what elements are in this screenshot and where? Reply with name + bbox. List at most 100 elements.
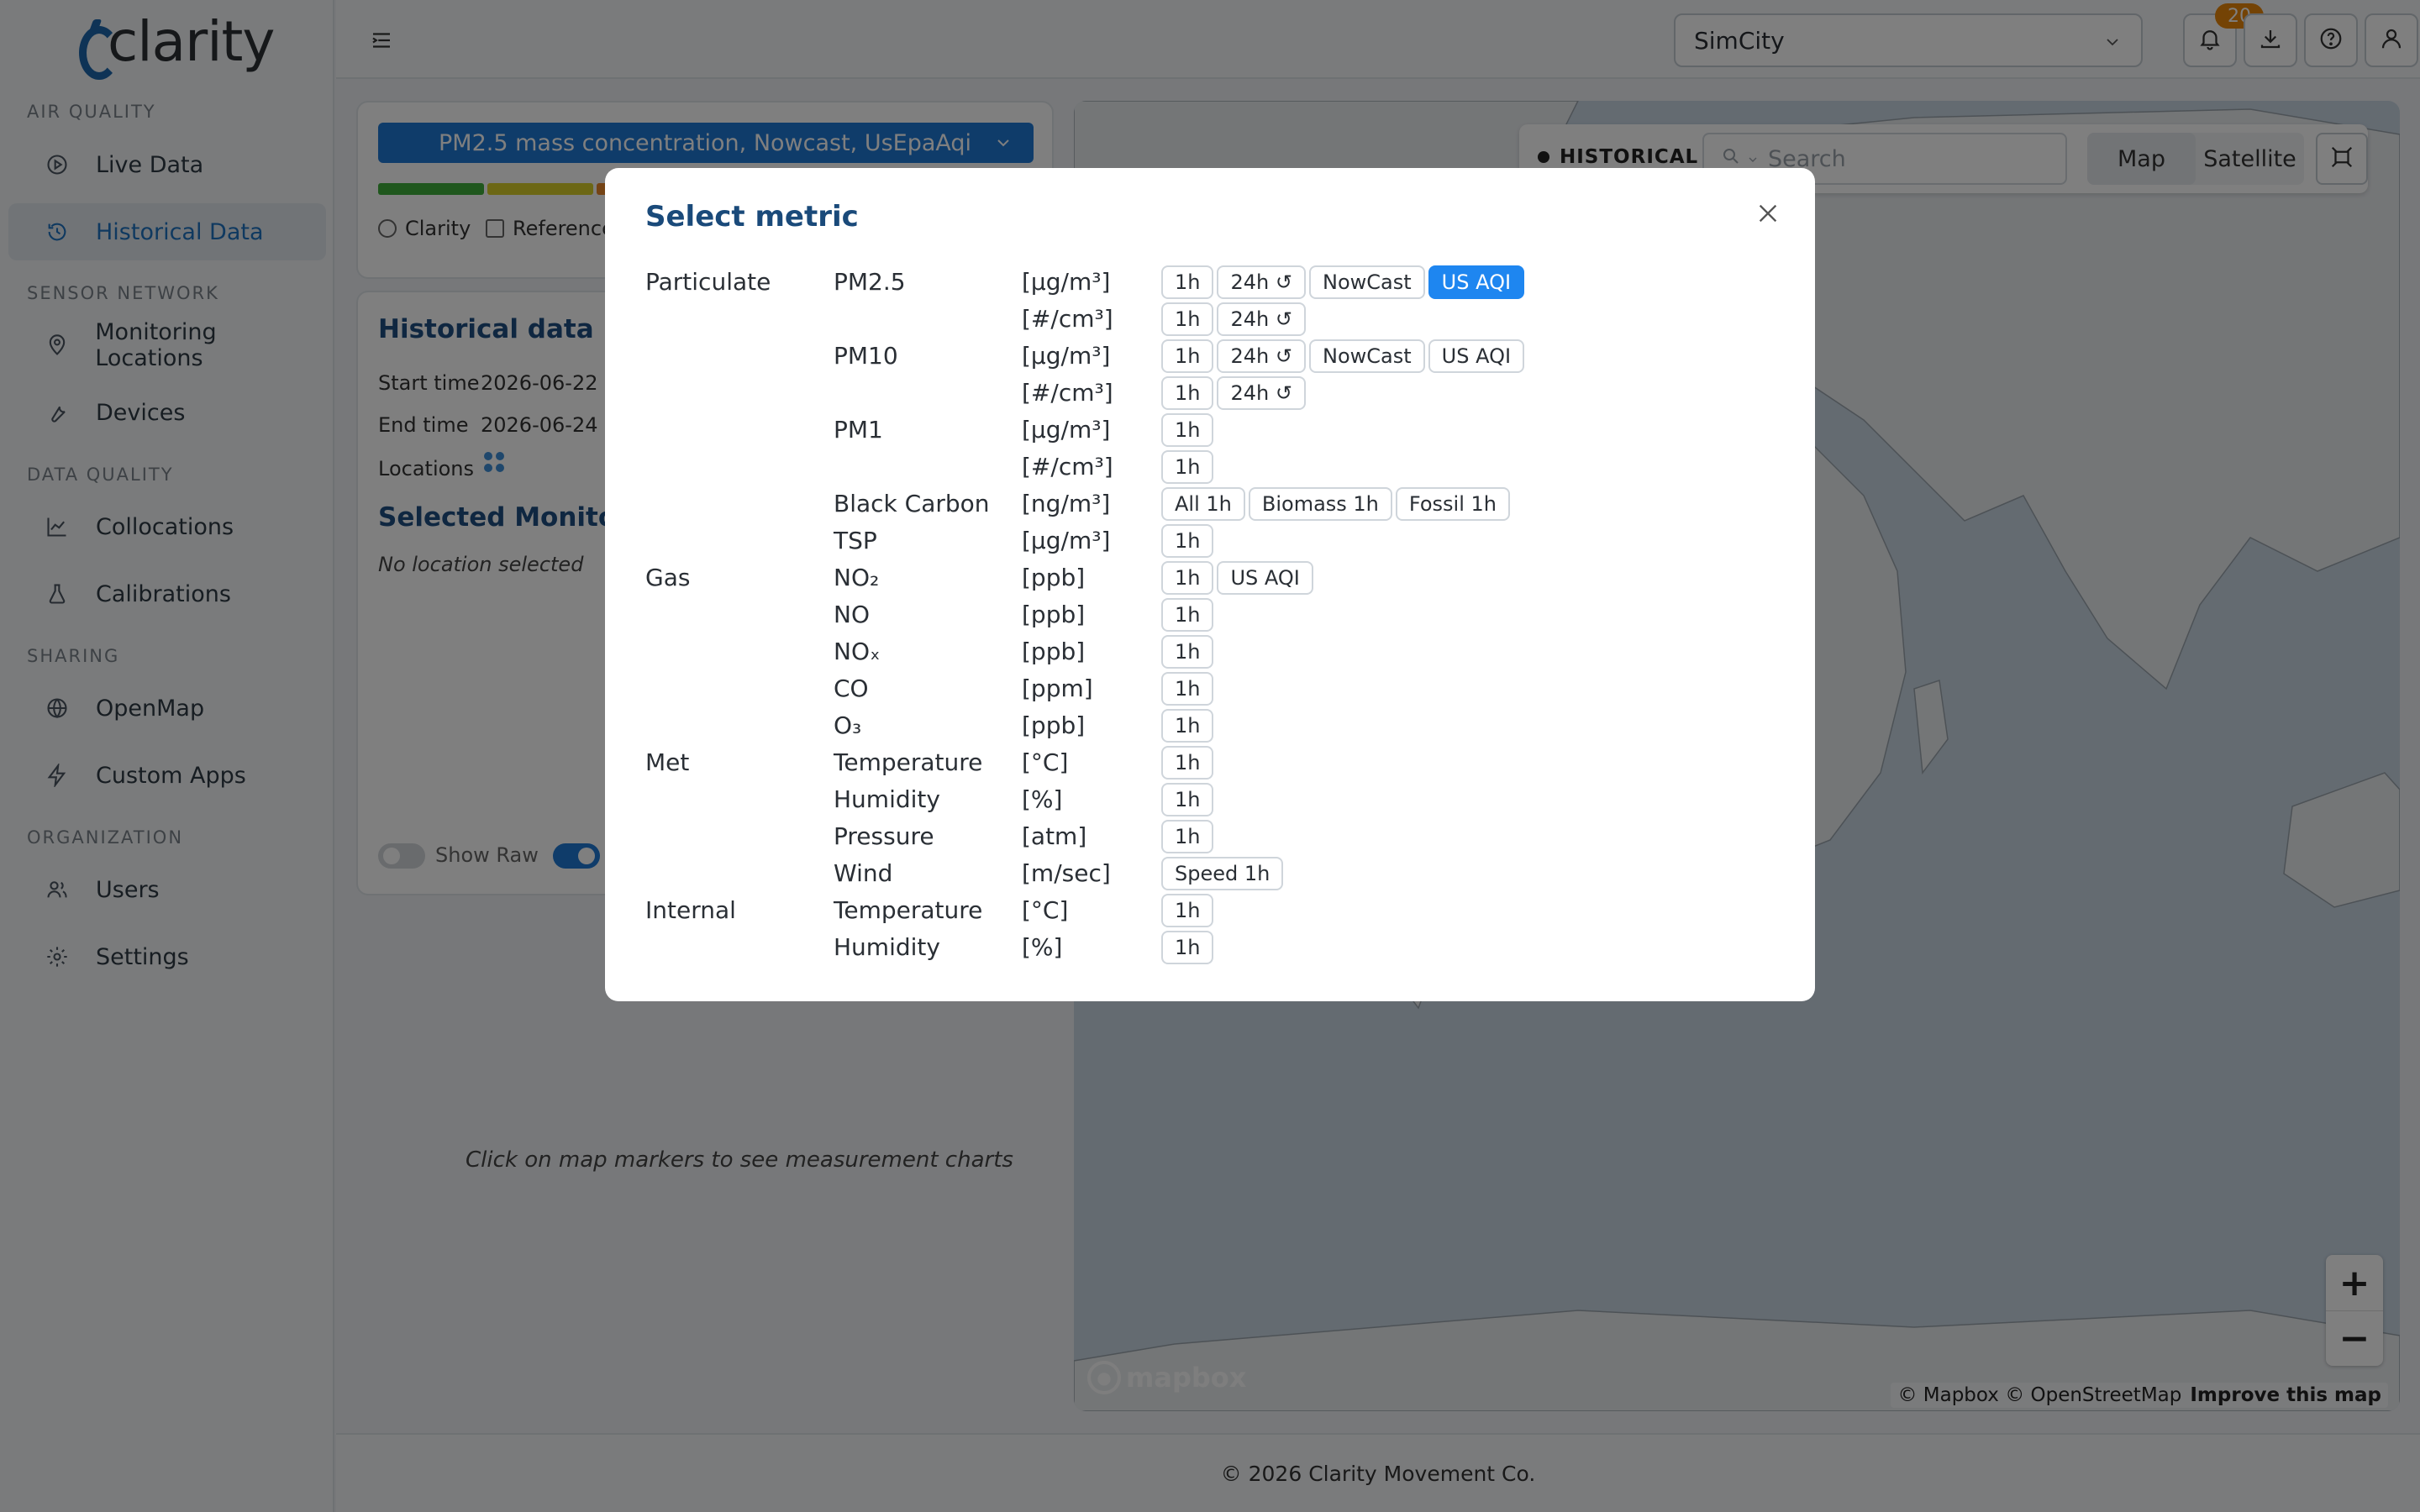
metric-row: NOₓ [ppb] 1h [605, 633, 1815, 670]
metric-options: 1h [1161, 744, 1214, 781]
metric-row: Internal Temperature [°C] 1h [605, 892, 1815, 929]
metric-option-chip[interactable]: 1h [1161, 598, 1214, 632]
metric-option-chip[interactable]: 1h [1161, 783, 1214, 816]
metric-unit: [#/cm³] [1022, 379, 1113, 407]
metric-unit: [µg/m³] [1022, 527, 1111, 554]
metric-unit: [µg/m³] [1022, 268, 1111, 296]
metric-options: 1h [1161, 449, 1214, 486]
metric-name: NO₂ [834, 564, 880, 591]
metric-option-chip[interactable]: 1h [1161, 894, 1214, 927]
metric-option-chip[interactable]: 1h [1161, 302, 1214, 336]
close-icon [1754, 200, 1781, 230]
metric-name: CO [834, 675, 869, 702]
metric-options: 1h 24h ↺ NowCast US AQI [1161, 338, 1525, 375]
metric-row: PM1 [µg/m³] 1h [605, 412, 1815, 449]
metric-name: O₃ [834, 711, 862, 739]
metric-option-chip[interactable]: Biomass 1h [1248, 487, 1392, 521]
metric-option-chip[interactable]: 1h [1161, 820, 1214, 853]
metric-options: 1h [1161, 670, 1214, 707]
metric-unit: [ppb] [1022, 711, 1086, 739]
metric-row: PM10 [µg/m³] 1h 24h ↺ NowCast US AQI [605, 338, 1815, 375]
metric-option-chip[interactable]: US AQI [1428, 265, 1525, 299]
metric-option-chip[interactable]: US AQI [1217, 561, 1313, 595]
metric-name: TSP [834, 527, 877, 554]
metric-options: 1h [1161, 522, 1214, 559]
metric-name: Wind [834, 859, 893, 887]
metric-row: Humidity [%] 1h [605, 781, 1815, 818]
metric-option-chip[interactable]: 1h [1161, 672, 1214, 706]
metric-option-chip[interactable]: NowCast [1308, 265, 1425, 299]
metric-row: [#/cm³] 1h [605, 449, 1815, 486]
metric-unit: [ng/m³] [1022, 490, 1111, 517]
metric-option-chip[interactable]: 24h ↺ [1217, 302, 1306, 336]
metric-option-chip[interactable]: 1h [1161, 413, 1214, 447]
metric-row: Wind [m/sec] Speed 1h [605, 855, 1815, 892]
metric-row: Humidity [%] 1h [605, 929, 1815, 966]
metric-name: Humidity [834, 785, 940, 813]
metric-option-chip[interactable]: 1h [1161, 746, 1214, 780]
metric-row: CO [ppm] 1h [605, 670, 1815, 707]
metric-option-chip[interactable]: 1h [1161, 561, 1214, 595]
metric-category: Gas [645, 564, 691, 591]
metric-option-chip[interactable]: 24h ↺ [1217, 376, 1306, 410]
metric-option-chip[interactable]: All 1h [1161, 487, 1245, 521]
metric-unit: [°C] [1022, 896, 1069, 924]
metric-option-chip[interactable]: 24h ↺ [1217, 265, 1306, 299]
metric-unit: [ppm] [1022, 675, 1093, 702]
metric-options: Speed 1h [1161, 855, 1284, 892]
metric-options: All 1h Biomass 1h Fossil 1h [1161, 486, 1510, 522]
metric-unit: [µg/m³] [1022, 416, 1111, 444]
metric-name: Black Carbon [834, 490, 990, 517]
metric-option-chip[interactable]: 24h ↺ [1217, 339, 1306, 373]
metric-option-chip[interactable]: 1h [1161, 709, 1214, 743]
metric-options: 1h [1161, 633, 1214, 670]
metric-option-chip[interactable]: 1h [1161, 635, 1214, 669]
metric-unit: [%] [1022, 933, 1063, 961]
metric-unit: [#/cm³] [1022, 453, 1113, 480]
metric-options: 1h 24h ↺ [1161, 301, 1306, 338]
metric-unit: [ppb] [1022, 601, 1086, 628]
metric-name: NO [834, 601, 870, 628]
modal-title: Select metric [645, 200, 859, 234]
metric-option-chip[interactable]: 1h [1161, 339, 1214, 373]
metric-name: PM10 [834, 342, 898, 370]
metric-options: 1h [1161, 707, 1214, 744]
metric-name: Temperature [834, 896, 983, 924]
metric-options: 1h US AQI [1161, 559, 1313, 596]
metric-option-chip[interactable]: 1h [1161, 450, 1214, 484]
metric-unit: [m/sec] [1022, 859, 1111, 887]
metric-category: Met [645, 748, 690, 776]
metric-options: 1h 24h ↺ NowCast US AQI [1161, 264, 1525, 301]
metric-option-chip[interactable]: US AQI [1428, 339, 1525, 373]
metric-row: Particulate PM2.5 [µg/m³] 1h 24h ↺ NowCast US … [605, 264, 1815, 301]
metric-options: 1h [1161, 412, 1214, 449]
metric-name: PM2.5 [834, 268, 906, 296]
metric-unit: [µg/m³] [1022, 342, 1111, 370]
metric-row: NO [ppb] 1h [605, 596, 1815, 633]
metric-option-chip[interactable]: 1h [1161, 931, 1214, 964]
metric-category: Internal [645, 896, 736, 924]
metric-option-chip[interactable]: NowCast [1308, 339, 1425, 373]
metric-options: 1h [1161, 929, 1214, 966]
metric-option-chip[interactable]: 1h [1161, 524, 1214, 558]
metric-name: Pressure [834, 822, 934, 850]
metric-row: O₃ [ppb] 1h [605, 707, 1815, 744]
metric-name: NOₓ [834, 638, 881, 665]
metric-row: [#/cm³] 1h 24h ↺ [605, 375, 1815, 412]
close-button[interactable] [1749, 197, 1786, 234]
metric-unit: [atm] [1022, 822, 1087, 850]
select-metric-modal: Select metric Particulate PM2.5 [µg/m³] 1h 2… [605, 168, 1815, 1001]
metric-option-chip[interactable]: 1h [1161, 376, 1214, 410]
metric-unit: [%] [1022, 785, 1063, 813]
metric-unit: [ppb] [1022, 564, 1086, 591]
metric-option-chip[interactable]: Fossil 1h [1395, 487, 1510, 521]
metric-options: 1h [1161, 596, 1214, 633]
metric-unit: [#/cm³] [1022, 305, 1113, 333]
metric-category: Particulate [645, 268, 771, 296]
metric-option-chip[interactable]: 1h [1161, 265, 1214, 299]
metric-options: 1h [1161, 892, 1214, 929]
metric-row: Pressure [atm] 1h [605, 818, 1815, 855]
metric-unit: [°C] [1022, 748, 1069, 776]
metric-row: Gas NO₂ [ppb] 1h US AQI [605, 559, 1815, 596]
metric-option-chip[interactable]: Speed 1h [1161, 857, 1284, 890]
